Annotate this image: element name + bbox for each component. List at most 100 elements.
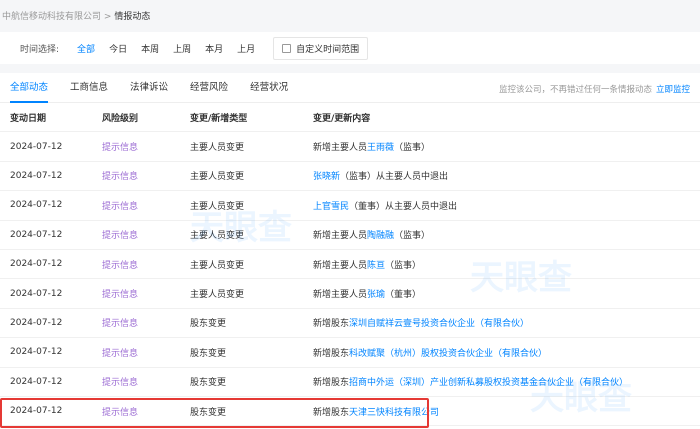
row-risk: 提示信息 <box>102 290 139 301</box>
row-risk: 提示信息 <box>102 172 139 183</box>
time-option-last-week[interactable]: 上周 <box>173 42 191 55</box>
content-prefix: 新增股东 <box>313 407 350 418</box>
time-option-last-month[interactable]: 上月 <box>237 42 255 55</box>
content-prefix: 新增主要人员 <box>313 231 368 242</box>
row-type: 主要人员变更 <box>190 231 245 242</box>
row-type: 股东变更 <box>190 348 227 359</box>
row-date: 2024-07-12 <box>10 259 63 270</box>
row-content: 新增股东深圳自赋祥云壹号投资合伙企业（有限合伙） <box>313 316 529 329</box>
time-option-this-week[interactable]: 本周 <box>141 42 159 55</box>
content-link[interactable]: 陈亘 <box>367 261 385 271</box>
content-suffix: （董事） <box>385 290 422 301</box>
row-date: 2024-07-12 <box>10 347 63 358</box>
row-risk: 提示信息 <box>102 378 139 389</box>
content-link[interactable]: 陶融融 <box>367 231 394 241</box>
row-date: 2024-07-12 <box>10 229 63 240</box>
row-content: 新增股东科改赋聚（杭州）股权投资合伙企业（有限合伙） <box>313 346 547 359</box>
row-date: 2024-07-12 <box>10 141 63 152</box>
content-suffix: （监事） <box>394 231 431 242</box>
monitor-text: 监控该公司，不再错过任何一条情报动态 <box>498 85 652 95</box>
row-type: 主要人员变更 <box>190 172 245 183</box>
time-option-today[interactable]: 今日 <box>109 42 127 55</box>
content-prefix: 新增股东 <box>313 378 350 389</box>
row-type: 主要人员变更 <box>190 201 245 212</box>
tab-operation[interactable]: 经营状况 <box>250 73 288 103</box>
row-risk: 提示信息 <box>102 201 139 212</box>
breadcrumb-separator: > <box>103 12 112 22</box>
content-link[interactable]: 上官雪民 <box>313 202 349 212</box>
custom-range-button[interactable]: 自定义时间范围 <box>273 36 369 60</box>
tab-all[interactable]: 全部动态 <box>10 73 49 103</box>
breadcrumb-company[interactable]: 中航信移动科技有限公司 <box>2 12 101 22</box>
monitor-now-link[interactable]: 立即监控 <box>656 85 690 95</box>
row-risk: 提示信息 <box>102 231 139 242</box>
tab-bar: 全部动态 工商信息 法律诉讼 经营风险 经营状况 监控该公司，不再错过任何一条情… <box>0 73 700 103</box>
custom-range-label: 自定义时间范围 <box>296 44 360 55</box>
row-date: 2024-07-12 <box>10 170 63 181</box>
time-option-all[interactable]: 全部 <box>77 42 95 55</box>
row-content: 新增股东天津三快科技有限公司 <box>313 405 439 418</box>
row-content: 张晓新（监事）从主要人员中退出 <box>313 169 448 182</box>
row-date: 2024-07-12 <box>10 200 63 211</box>
content-prefix: 新增主要人员 <box>313 260 368 271</box>
row-risk: 提示信息 <box>102 260 139 271</box>
col-content: 变更/更新内容 <box>313 113 371 124</box>
row-type: 股东变更 <box>190 407 227 418</box>
row-content: 新增主要人员张瑜（董事） <box>313 287 421 300</box>
row-content: 新增主要人员陶融融（监事） <box>313 228 430 241</box>
content-link[interactable]: 天津三快科技有限公司 <box>349 408 439 418</box>
content-link[interactable]: 招商中外运（深圳）产业创新私募股权投资基金合伙企业（有限合伙） <box>349 378 628 388</box>
row-type: 主要人员变更 <box>190 290 245 301</box>
row-risk: 提示信息 <box>102 143 139 154</box>
row-content: 上官雪民（董事）从主要人员中退出 <box>313 199 457 212</box>
row-date: 2024-07-12 <box>10 376 63 387</box>
content-prefix: 新增主要人员 <box>313 290 368 301</box>
table-header: 变动日期 风险级别 变更/新增类型 变更/更新内容 <box>0 103 700 133</box>
content-prefix: 新增主要人员 <box>313 143 368 154</box>
content-suffix: （董事）从主要人员中退出 <box>349 201 458 212</box>
row-risk: 提示信息 <box>102 319 139 330</box>
row-risk: 提示信息 <box>102 407 139 418</box>
content-prefix: 新增股东 <box>313 348 350 359</box>
table-row: 2024-07-12 提示信息 股东变更 新增股东招商中外运（深圳）产业创新私募… <box>0 368 700 397</box>
content-suffix: （监事） <box>394 143 431 154</box>
table-row: 2024-07-12 提示信息 股东变更 新增股东深圳自赋祥云壹号投资合伙企业（… <box>0 309 700 339</box>
content-link[interactable]: 深圳自赋祥云壹号投资合伙企业（有限合伙） <box>349 319 529 329</box>
row-risk: 提示信息 <box>102 348 139 359</box>
col-type: 变更/新增类型 <box>190 113 248 124</box>
content-link[interactable]: 张晓新 <box>313 172 340 182</box>
time-filter-label: 时间选择: <box>20 44 60 55</box>
content-suffix: （监事） <box>385 260 422 271</box>
content-link[interactable]: 科改赋聚（杭州）股权投资合伙企业（有限合伙） <box>349 349 547 359</box>
monitor-prompt: 监控该公司，不再错过任何一条情报动态 立即监控 <box>499 83 690 95</box>
content-link[interactable]: 王雨薇 <box>367 143 394 153</box>
time-option-this-month[interactable]: 本月 <box>205 42 223 55</box>
tab-risk[interactable]: 经营风险 <box>190 73 228 103</box>
content-suffix: （监事）从主要人员中退出 <box>340 172 449 183</box>
row-content: 新增股东招商中外运（深圳）产业创新私募股权投资基金合伙企业（有限合伙） <box>313 375 628 388</box>
row-type: 股东变更 <box>190 319 227 330</box>
tab-legal[interactable]: 法律诉讼 <box>130 73 168 103</box>
calendar-icon <box>282 43 292 53</box>
col-date: 变动日期 <box>10 113 47 124</box>
row-type: 主要人员变更 <box>190 143 245 154</box>
breadcrumb-current: 情报动态 <box>114 12 151 22</box>
col-risk: 风险级别 <box>102 113 139 124</box>
breadcrumb: 中航信移动科技有限公司 > 情报动态 <box>2 9 150 22</box>
table-row: 2024-07-12 提示信息 股东变更 新增股东科改赋聚（杭州）股权投资合伙企… <box>0 338 700 368</box>
table-row: 2024-07-12 提示信息 主要人员变更 新增主要人员陈亘（监事） <box>0 250 700 280</box>
dynamics-panel: 全部动态 工商信息 法律诉讼 经营风险 经营状况 监控该公司，不再错过任何一条情… <box>0 73 700 429</box>
row-content: 新增主要人员王雨薇（监事） <box>313 140 430 153</box>
time-filter-bar: 时间选择: 全部 今日 本周 上周 本月 上月 自定义时间范围 <box>0 32 700 64</box>
tab-business-info[interactable]: 工商信息 <box>70 73 108 103</box>
table-row: 2024-07-12 提示信息 股东变更 新增股东天津三快科技有限公司 <box>0 397 700 427</box>
content-link[interactable]: 张瑜 <box>367 290 385 300</box>
row-type: 股东变更 <box>190 378 227 389</box>
table-row: 2024-07-12 提示信息 主要人员变更 上官雪民（董事）从主要人员中退出 <box>0 191 700 221</box>
table-row: 2024-07-12 提示信息 主要人员变更 新增主要人员陶融融（监事） <box>0 221 700 250</box>
row-date: 2024-07-12 <box>10 406 63 417</box>
content-prefix: 新增股东 <box>313 319 350 330</box>
row-content: 新增主要人员陈亘（监事） <box>313 258 421 271</box>
row-date: 2024-07-12 <box>10 288 63 299</box>
table-row: 2024-07-12 提示信息 主要人员变更 新增主要人员王雨薇（监事） <box>0 132 700 162</box>
